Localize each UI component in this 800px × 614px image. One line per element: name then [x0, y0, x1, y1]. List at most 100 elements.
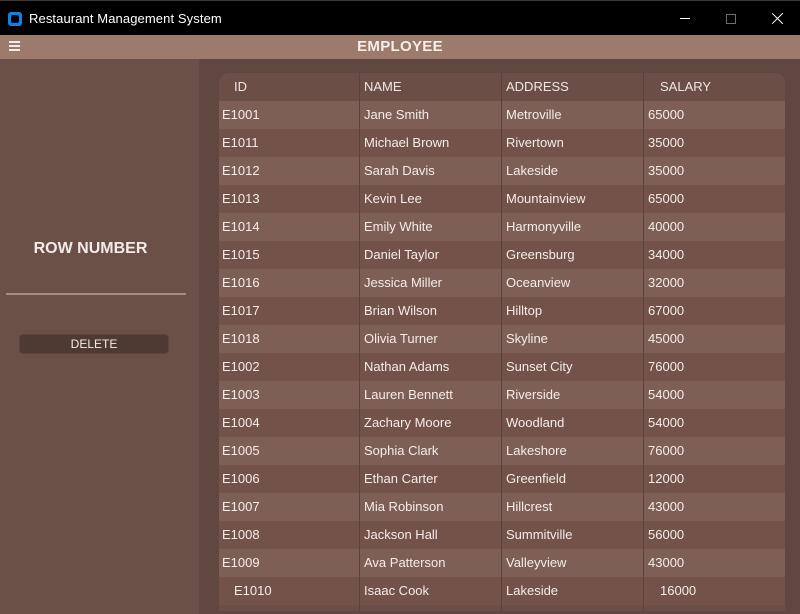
- cell-salary: 43000: [648, 555, 685, 570]
- cell-id: E1015: [222, 247, 260, 262]
- column-divider: [643, 73, 644, 611]
- cell-name: Emily White: [364, 219, 433, 234]
- table-body: E1001 Jane Smith Metroville 65000 E1011 Micha…: [219, 101, 785, 605]
- cell-salary: 54000: [648, 415, 685, 430]
- header-bar: EMPLOYEE: [0, 35, 800, 59]
- table-row[interactable]: E1015 Daniel Taylor Greensburg 34000: [219, 241, 785, 269]
- cell-name: Ava Patterson: [364, 555, 446, 570]
- table-row[interactable]: E1011 Michael Brown Rivertown 35000: [219, 129, 785, 157]
- maximize-icon: [726, 13, 736, 24]
- cell-salary: 32000: [648, 275, 685, 290]
- cell-salary: 16000: [660, 583, 697, 598]
- table-row[interactable]: E1007 Mia Robinson Hillcrest 43000: [219, 493, 785, 521]
- table-row[interactable]: E1001 Jane Smith Metroville 65000: [219, 101, 785, 129]
- table-row[interactable]: E1008 Jackson Hall Summitville 56000: [219, 521, 785, 549]
- cell-address: Greenfield: [506, 471, 566, 486]
- title-bar: Restaurant Management System: [0, 0, 800, 35]
- column-header-salary[interactable]: SALARY: [660, 73, 711, 101]
- cell-id: E1001: [222, 107, 260, 122]
- cell-id: E1014: [222, 219, 260, 234]
- table-row[interactable]: E1014 Emily White Harmonyville 40000: [219, 213, 785, 241]
- cell-salary: 35000: [648, 135, 685, 150]
- cell-name: Brian Wilson: [364, 303, 437, 318]
- cell-salary: 56000: [648, 527, 685, 542]
- table-row[interactable]: E1004 Zachary Moore Woodland 54000: [219, 409, 785, 437]
- app-icon: [8, 12, 22, 26]
- cell-address: Summitville: [506, 527, 573, 542]
- cell-name: Sophia Clark: [364, 443, 439, 458]
- cell-id: E1009: [222, 555, 260, 570]
- table-row[interactable]: E1006 Ethan Carter Greenfield 12000: [219, 465, 785, 493]
- cell-id: E1013: [222, 191, 260, 206]
- cell-address: Hilltop: [506, 303, 543, 318]
- cell-id: E1006: [222, 471, 260, 486]
- cell-address: Lakeside: [506, 583, 559, 598]
- cell-name: Jessica Miller: [364, 275, 443, 290]
- cell-salary: 43000: [648, 499, 685, 514]
- cell-name: Daniel Taylor: [364, 247, 439, 262]
- cell-id: E1008: [222, 527, 260, 542]
- table-header: ID NAME ADDRESS SALARY: [219, 73, 785, 101]
- cell-id: E1007: [222, 499, 260, 514]
- table-row[interactable]: E1003 Lauren Bennett Riverside 54000: [219, 381, 785, 409]
- column-header-name[interactable]: NAME: [364, 73, 402, 101]
- table-row[interactable]: E1005 Sophia Clark Lakeshore 76000: [219, 437, 785, 465]
- table-row[interactable]: E1002 Nathan Adams Sunset City 76000: [219, 353, 785, 381]
- table-row[interactable]: E1013 Kevin Lee Mountainview 65000: [219, 185, 785, 213]
- maximize-button[interactable]: [708, 1, 754, 36]
- table-row[interactable]: E1016 Jessica Miller Oceanview 32000: [219, 269, 785, 297]
- cell-salary: 76000: [648, 443, 685, 458]
- row-number-label: ROW NUMBER: [33, 240, 148, 257]
- main-area: ROW NUMBER DELETE E1001 Jane Smith Metrovi…: [0, 59, 800, 614]
- column-header-id[interactable]: ID: [234, 73, 247, 101]
- cell-address: Skyline: [506, 331, 548, 346]
- column-divider: [359, 73, 360, 611]
- close-button[interactable]: [754, 1, 800, 36]
- page-title: EMPLOYEE: [357, 38, 443, 55]
- cell-id: E1016: [222, 275, 260, 290]
- cell-address: Lakeshore: [506, 443, 567, 458]
- minimize-button[interactable]: [662, 1, 708, 36]
- cell-salary: 54000: [648, 387, 685, 402]
- cell-salary: 12000: [648, 471, 685, 486]
- column-divider: [501, 73, 502, 611]
- cell-name: Ethan Carter: [364, 471, 438, 486]
- cell-id: E1003: [222, 387, 260, 402]
- cell-address: Hillcrest: [506, 499, 553, 514]
- table-row[interactable]: E1009 Ava Patterson Valleyview 43000: [219, 549, 785, 577]
- cell-id: E1002: [222, 359, 260, 374]
- cell-address: Rivertown: [506, 135, 564, 150]
- cell-address: Woodland: [506, 415, 565, 430]
- cell-address: Harmonyville: [506, 219, 582, 234]
- row-number-input[interactable]: [6, 273, 186, 295]
- cell-address: Oceanview: [506, 275, 571, 290]
- delete-button[interactable]: DELETE: [19, 334, 169, 354]
- cell-address: Sunset City: [506, 359, 573, 374]
- table-row[interactable]: E1010 Isaac Cook Lakeside 16000: [219, 577, 785, 605]
- minimize-icon: [680, 18, 690, 19]
- cell-id: E1018: [222, 331, 260, 346]
- employee-table: E1001 Jane Smith Metroville 65000 E1011 Micha…: [219, 73, 785, 611]
- sidebar: ROW NUMBER DELETE: [0, 59, 199, 614]
- cell-id: E1011: [222, 135, 259, 150]
- cell-address: Metroville: [506, 107, 562, 122]
- table-row[interactable]: E1018 Olivia Turner Skyline 45000: [219, 325, 785, 353]
- cell-salary: 34000: [648, 247, 685, 262]
- close-icon: [771, 12, 784, 25]
- cell-id: E1004: [222, 415, 260, 430]
- table-row[interactable]: E1017 Brian Wilson Hilltop 67000: [219, 297, 785, 325]
- cell-name: Michael Brown: [364, 135, 450, 150]
- cell-address: Mountainview: [506, 191, 586, 206]
- column-header-address[interactable]: ADDRESS: [506, 73, 569, 101]
- window-title: Restaurant Management System: [29, 11, 222, 26]
- cell-id: E1010: [234, 583, 272, 598]
- cell-address: Lakeside: [506, 163, 559, 178]
- cell-name: Isaac Cook: [364, 583, 430, 598]
- cell-name: Jackson Hall: [364, 527, 438, 542]
- cell-salary: 35000: [648, 163, 685, 178]
- table-row[interactable]: E1012 Sarah Davis Lakeside 35000: [219, 157, 785, 185]
- cell-name: Mia Robinson: [364, 499, 444, 514]
- cell-salary: 65000: [648, 191, 685, 206]
- cell-address: Valleyview: [506, 555, 567, 570]
- cell-name: Olivia Turner: [364, 331, 438, 346]
